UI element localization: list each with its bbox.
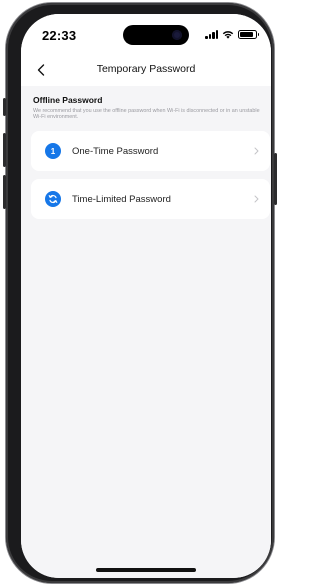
dynamic-island <box>123 25 189 45</box>
main-content: Offline Password We recommend that you u… <box>21 86 271 578</box>
volume-down-button <box>3 175 6 209</box>
option-label: One-Time Password <box>72 145 159 157</box>
section-title: Offline Password <box>33 95 103 105</box>
option-label: Time-Limited Password <box>72 193 171 205</box>
number-one-icon-text: 1 <box>50 146 56 156</box>
time-limited-password-option[interactable]: Time-Limited Password <box>31 179 270 219</box>
signal-icon <box>205 30 218 39</box>
phone-screen: 22:33 Temporary Password Offline Passwor… <box>21 14 271 578</box>
section-description: We recommend that you use the offline pa… <box>33 108 260 121</box>
home-indicator[interactable] <box>96 568 196 572</box>
chevron-right-icon <box>252 194 260 204</box>
navigation-bar: Temporary Password <box>21 54 271 86</box>
battery-level <box>240 32 253 37</box>
wifi-icon <box>222 31 234 39</box>
status-icons <box>205 29 259 40</box>
volume-up-button <box>3 133 6 167</box>
phone-frame: 22:33 Temporary Password Offline Passwor… <box>3 3 277 583</box>
number-one-icon: 1 <box>45 143 61 159</box>
one-time-password-option[interactable]: 1 One-Time Password <box>31 131 270 171</box>
status-time: 22:33 <box>42 28 77 43</box>
power-button <box>274 153 277 205</box>
page-title: Temporary Password <box>96 63 196 75</box>
action-button <box>3 98 6 116</box>
front-camera-icon <box>172 30 182 40</box>
battery-icon <box>238 30 259 39</box>
chevron-right-icon <box>252 146 260 156</box>
refresh-cycle-icon <box>45 191 61 207</box>
status-bar: 22:33 <box>21 14 271 54</box>
